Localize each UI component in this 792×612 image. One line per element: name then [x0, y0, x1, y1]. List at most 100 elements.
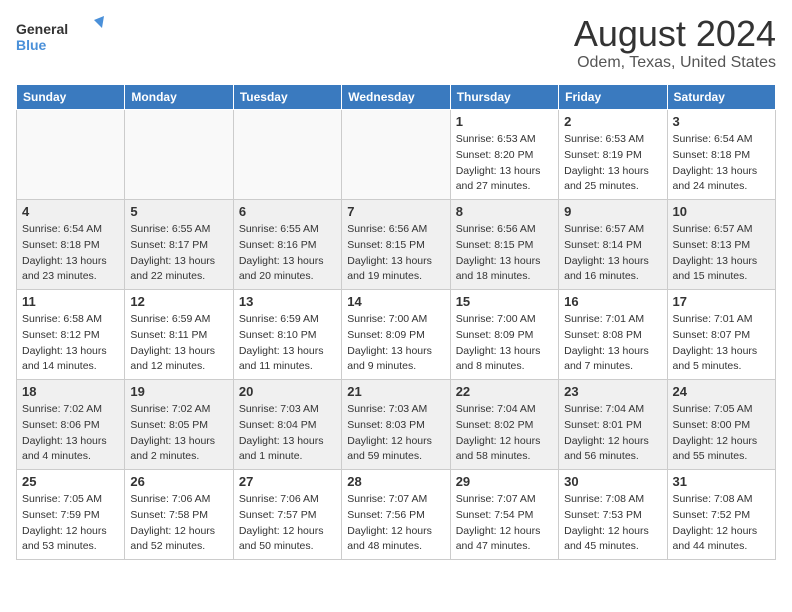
- day-number: 18: [22, 384, 119, 399]
- main-title: August 2024: [574, 16, 776, 52]
- day-number: 23: [564, 384, 661, 399]
- day-info: Sunrise: 6:55 AMSunset: 8:17 PMDaylight:…: [130, 222, 227, 285]
- day-number: 9: [564, 204, 661, 219]
- day-number: 5: [130, 204, 227, 219]
- day-info: Sunrise: 6:53 AMSunset: 8:20 PMDaylight:…: [456, 132, 553, 195]
- calendar-cell: 13 Sunrise: 6:59 AMSunset: 8:10 PMDayligh…: [233, 290, 341, 380]
- logo: General Blue: [16, 16, 106, 56]
- calendar-cell: 20Sunrise: 7:03 AMSunset: 8:04 PMDayligh…: [233, 380, 341, 470]
- calendar-cell: 3Sunrise: 6:54 AMSunset: 8:18 PMDaylight…: [667, 110, 775, 200]
- calendar-cell: 15 Sunrise: 7:00 AMSunset: 8:09 PMDayligh…: [450, 290, 558, 380]
- calendar-cell: 14Sunrise: 7:00 AMSunset: 8:09 PMDayligh…: [342, 290, 450, 380]
- day-info: Sunrise: 7:08 AMSunset: 7:52 PMDaylight:…: [673, 492, 770, 555]
- page-header: General Blue August 2024 Odem, Texas, Un…: [16, 16, 776, 72]
- calendar-cell: 7 Sunrise: 6:56 AMSunset: 8:15 PMDaylight…: [342, 200, 450, 290]
- col-header-friday: Friday: [559, 85, 667, 110]
- col-header-saturday: Saturday: [667, 85, 775, 110]
- calendar-cell: 28 Sunrise: 7:07 AMSunset: 7:56 PMDayligh…: [342, 470, 450, 560]
- day-number: 17: [673, 294, 770, 309]
- day-number: 10: [673, 204, 770, 219]
- day-number: 6: [239, 204, 336, 219]
- day-info: Sunrise: 7:04 AMSunset: 8:01 PMDaylight:…: [564, 402, 661, 465]
- calendar-cell: 21 Sunrise: 7:03 AMSunset: 8:03 PMDayligh…: [342, 380, 450, 470]
- day-number: 12: [130, 294, 227, 309]
- day-number: 21: [347, 384, 444, 399]
- title-block: August 2024 Odem, Texas, United States: [574, 16, 776, 72]
- day-info: Sunrise: 7:06 AMSunset: 7:57 PMDaylight:…: [239, 492, 336, 555]
- calendar-cell: 12 Sunrise: 6:59 AMSunset: 8:11 PMDayligh…: [125, 290, 233, 380]
- day-info: Sunrise: 6:59 AMSunset: 8:10 PMDaylight:…: [239, 312, 336, 375]
- day-number: 28: [347, 474, 444, 489]
- calendar-cell: 11Sunrise: 6:58 AMSunset: 8:12 PMDayligh…: [17, 290, 125, 380]
- calendar-cell: 18 Sunrise: 7:02 AMSunset: 8:06 PMDayligh…: [17, 380, 125, 470]
- day-number: 27: [239, 474, 336, 489]
- day-info: Sunrise: 7:05 AMSunset: 7:59 PMDaylight:…: [22, 492, 119, 555]
- col-header-wednesday: Wednesday: [342, 85, 450, 110]
- day-info: Sunrise: 7:00 AMSunset: 8:09 PMDaylight:…: [456, 312, 553, 375]
- day-number: 16: [564, 294, 661, 309]
- calendar-cell: 22Sunrise: 7:04 AMSunset: 8:02 PMDayligh…: [450, 380, 558, 470]
- day-info: Sunrise: 7:05 AMSunset: 8:00 PMDaylight:…: [673, 402, 770, 465]
- day-info: Sunrise: 7:01 AMSunset: 8:08 PMDaylight:…: [564, 312, 661, 375]
- day-number: 20: [239, 384, 336, 399]
- calendar-header-row: SundayMondayTuesdayWednesdayThursdayFrid…: [17, 85, 776, 110]
- day-info: Sunrise: 6:53 AMSunset: 8:19 PMDaylight:…: [564, 132, 661, 195]
- calendar-cell: 10 Sunrise: 6:57 AMSunset: 8:13 PMDayligh…: [667, 200, 775, 290]
- calendar-week-2: 4 Sunrise: 6:54 AMSunset: 8:18 PMDaylight…: [17, 200, 776, 290]
- calendar-cell: [233, 110, 341, 200]
- calendar-cell: 6 Sunrise: 6:55 AMSunset: 8:16 PMDaylight…: [233, 200, 341, 290]
- calendar-cell: 16 Sunrise: 7:01 AMSunset: 8:08 PMDayligh…: [559, 290, 667, 380]
- calendar-cell: 25 Sunrise: 7:05 AMSunset: 7:59 PMDayligh…: [17, 470, 125, 560]
- day-info: Sunrise: 7:06 AMSunset: 7:58 PMDaylight:…: [130, 492, 227, 555]
- day-number: 4: [22, 204, 119, 219]
- day-info: Sunrise: 6:55 AMSunset: 8:16 PMDaylight:…: [239, 222, 336, 285]
- day-info: Sunrise: 7:04 AMSunset: 8:02 PMDaylight:…: [456, 402, 553, 465]
- svg-text:General: General: [16, 21, 68, 37]
- day-number: 11: [22, 294, 119, 309]
- calendar-week-5: 25 Sunrise: 7:05 AMSunset: 7:59 PMDayligh…: [17, 470, 776, 560]
- calendar-cell: 17 Sunrise: 7:01 AMSunset: 8:07 PMDayligh…: [667, 290, 775, 380]
- col-header-sunday: Sunday: [17, 85, 125, 110]
- day-info: Sunrise: 7:01 AMSunset: 8:07 PMDaylight:…: [673, 312, 770, 375]
- calendar-week-4: 18 Sunrise: 7:02 AMSunset: 8:06 PMDayligh…: [17, 380, 776, 470]
- calendar-cell: 1 Sunrise: 6:53 AMSunset: 8:20 PMDaylight…: [450, 110, 558, 200]
- day-number: 15: [456, 294, 553, 309]
- calendar-week-1: 1 Sunrise: 6:53 AMSunset: 8:20 PMDaylight…: [17, 110, 776, 200]
- day-number: 7: [347, 204, 444, 219]
- calendar-cell: 29Sunrise: 7:07 AMSunset: 7:54 PMDayligh…: [450, 470, 558, 560]
- day-info: Sunrise: 7:00 AMSunset: 8:09 PMDaylight:…: [347, 312, 444, 375]
- col-header-thursday: Thursday: [450, 85, 558, 110]
- calendar-cell: 9Sunrise: 6:57 AMSunset: 8:14 PMDaylight…: [559, 200, 667, 290]
- calendar-cell: [17, 110, 125, 200]
- day-info: Sunrise: 7:03 AMSunset: 8:03 PMDaylight:…: [347, 402, 444, 465]
- subtitle: Odem, Texas, United States: [574, 54, 776, 72]
- col-header-tuesday: Tuesday: [233, 85, 341, 110]
- day-info: Sunrise: 6:56 AMSunset: 8:15 PMDaylight:…: [456, 222, 553, 285]
- calendar-cell: 5 Sunrise: 6:55 AMSunset: 8:17 PMDaylight…: [125, 200, 233, 290]
- calendar-cell: 30 Sunrise: 7:08 AMSunset: 7:53 PMDayligh…: [559, 470, 667, 560]
- col-header-monday: Monday: [125, 85, 233, 110]
- day-number: 8: [456, 204, 553, 219]
- day-info: Sunrise: 6:56 AMSunset: 8:15 PMDaylight:…: [347, 222, 444, 285]
- calendar-cell: 27 Sunrise: 7:06 AMSunset: 7:57 PMDayligh…: [233, 470, 341, 560]
- calendar-cell: 2Sunrise: 6:53 AMSunset: 8:19 PMDaylight…: [559, 110, 667, 200]
- day-info: Sunrise: 6:54 AMSunset: 8:18 PMDaylight:…: [673, 132, 770, 195]
- day-info: Sunrise: 6:54 AMSunset: 8:18 PMDaylight:…: [22, 222, 119, 285]
- day-info: Sunrise: 7:02 AMSunset: 8:06 PMDaylight:…: [22, 402, 119, 465]
- calendar-cell: 8 Sunrise: 6:56 AMSunset: 8:15 PMDaylight…: [450, 200, 558, 290]
- day-number: 25: [22, 474, 119, 489]
- day-info: Sunrise: 7:08 AMSunset: 7:53 PMDaylight:…: [564, 492, 661, 555]
- day-info: Sunrise: 7:07 AMSunset: 7:54 PMDaylight:…: [456, 492, 553, 555]
- calendar-cell: 4 Sunrise: 6:54 AMSunset: 8:18 PMDaylight…: [17, 200, 125, 290]
- day-info: Sunrise: 7:02 AMSunset: 8:05 PMDaylight:…: [130, 402, 227, 465]
- day-info: Sunrise: 7:07 AMSunset: 7:56 PMDaylight:…: [347, 492, 444, 555]
- day-number: 1: [456, 114, 553, 129]
- day-info: Sunrise: 6:57 AMSunset: 8:13 PMDaylight:…: [673, 222, 770, 285]
- day-number: 13: [239, 294, 336, 309]
- calendar-week-3: 11Sunrise: 6:58 AMSunset: 8:12 PMDayligh…: [17, 290, 776, 380]
- calendar-cell: 19Sunrise: 7:02 AMSunset: 8:05 PMDayligh…: [125, 380, 233, 470]
- day-number: 26: [130, 474, 227, 489]
- svg-text:Blue: Blue: [16, 37, 47, 53]
- day-number: 30: [564, 474, 661, 489]
- day-info: Sunrise: 6:59 AMSunset: 8:11 PMDaylight:…: [130, 312, 227, 375]
